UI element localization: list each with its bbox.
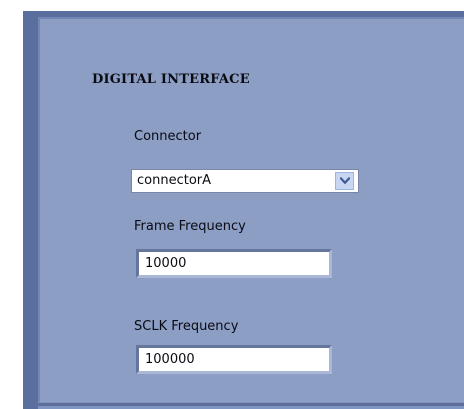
sclk-frequency-label: SCLK Frequency — [134, 319, 239, 334]
chevron-down-icon — [339, 177, 350, 185]
sclk-frequency-value: 100000 — [145, 352, 195, 367]
connector-dropdown-button[interactable] — [335, 172, 354, 190]
frame-frequency-value: 10000 — [145, 256, 187, 271]
connector-select[interactable]: connectorA — [131, 169, 359, 193]
connector-selected-value: connectorA — [137, 173, 212, 188]
frame-frequency-input[interactable]: 10000 — [136, 249, 332, 278]
connector-label: Connector — [134, 129, 202, 144]
sclk-frequency-input[interactable]: 100000 — [136, 345, 332, 374]
panel-bottom-divider — [38, 403, 464, 406]
frame-frequency-label: Frame Frequency — [134, 219, 246, 234]
section-title: DIGITAL INTERFACE — [92, 72, 250, 87]
top-border — [23, 0, 464, 11]
